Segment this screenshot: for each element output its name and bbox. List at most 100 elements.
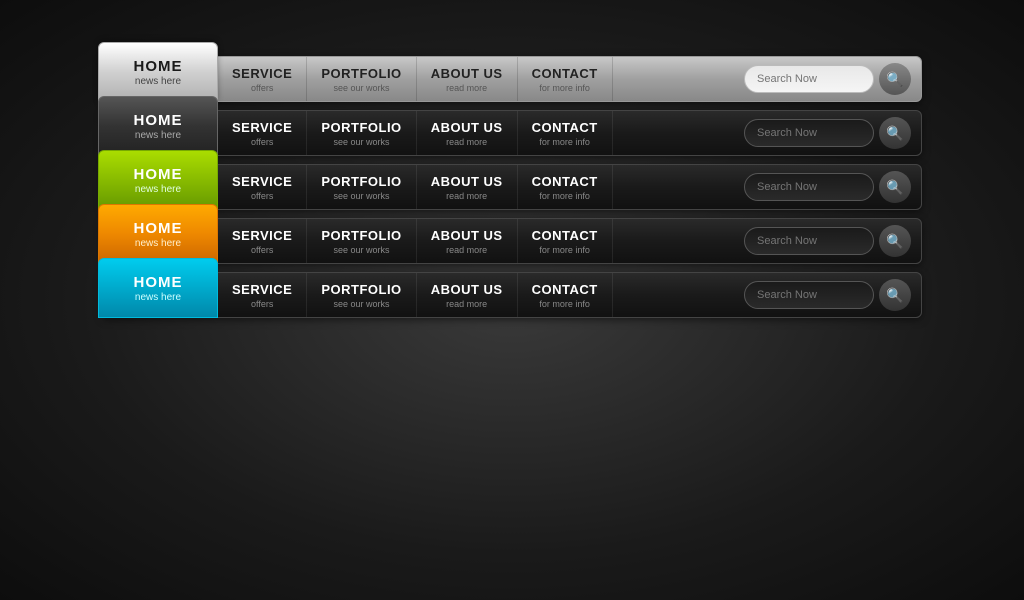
nav-item-sublabel: offers	[251, 137, 273, 147]
nav-item-portfolio[interactable]: PORTFOLIO see our works	[307, 111, 416, 155]
nav-item-label: CONTACT	[532, 66, 598, 81]
search-area: 🔍	[744, 225, 911, 257]
nav-item-portfolio[interactable]: PORTFOLIO see our works	[307, 57, 416, 101]
nav-items: SERVICE offers PORTFOLIO see our works A…	[218, 111, 744, 155]
home-tab-dark[interactable]: HOME news here	[98, 96, 218, 156]
search-area: 🔍	[744, 279, 911, 311]
nav-items: SERVICE offers PORTFOLIO see our works A…	[218, 219, 744, 263]
nav-item-sublabel: read more	[446, 245, 487, 255]
nav-item-sublabel: see our works	[334, 137, 390, 147]
home-sublabel: news here	[135, 76, 181, 87]
nav-item-service[interactable]: SERVICE offers	[218, 273, 307, 317]
search-input[interactable]	[744, 65, 874, 93]
navbar-silver: HOME news here SERVICE offers PORTFOLIO …	[102, 56, 922, 102]
home-tab-orange[interactable]: HOME news here	[98, 204, 218, 264]
home-label: HOME	[134, 220, 183, 237]
nav-item-about-us[interactable]: ABOUT US read more	[417, 219, 518, 263]
nav-item-service[interactable]: SERVICE offers	[218, 219, 307, 263]
search-button[interactable]: 🔍	[879, 279, 911, 311]
search-button[interactable]: 🔍	[879, 171, 911, 203]
nav-item-sublabel: offers	[251, 83, 273, 93]
navbar-cyan: HOME news here SERVICE offers PORTFOLIO …	[102, 272, 922, 318]
nav-item-label: PORTFOLIO	[321, 66, 401, 81]
nav-item-sublabel: offers	[251, 299, 273, 309]
nav-item-label: SERVICE	[232, 66, 292, 81]
nav-item-sublabel: read more	[446, 191, 487, 201]
nav-item-sublabel: read more	[446, 137, 487, 147]
nav-item-label: CONTACT	[532, 282, 598, 297]
nav-item-contact[interactable]: CONTACT for more info	[518, 219, 613, 263]
nav-item-about-us[interactable]: ABOUT US read more	[417, 165, 518, 209]
nav-item-sublabel: offers	[251, 245, 273, 255]
nav-item-sublabel: read more	[446, 299, 487, 309]
nav-item-contact[interactable]: CONTACT for more info	[518, 165, 613, 209]
home-tab-green[interactable]: HOME news here	[98, 150, 218, 210]
home-label: HOME	[134, 112, 183, 129]
navbar-dark: HOME news here SERVICE offers PORTFOLIO …	[102, 110, 922, 156]
search-area: 🔍	[744, 117, 911, 149]
nav-items: SERVICE offers PORTFOLIO see our works A…	[218, 273, 744, 317]
nav-item-sublabel: offers	[251, 191, 273, 201]
home-sublabel: news here	[135, 238, 181, 249]
search-button[interactable]: 🔍	[879, 117, 911, 149]
nav-item-label: PORTFOLIO	[321, 282, 401, 297]
nav-item-label: CONTACT	[532, 120, 598, 135]
home-sublabel: news here	[135, 292, 181, 303]
home-tab-cyan[interactable]: HOME news here	[98, 258, 218, 318]
home-label: HOME	[134, 58, 183, 75]
home-label: HOME	[134, 166, 183, 183]
nav-item-about-us[interactable]: ABOUT US read more	[417, 273, 518, 317]
search-button[interactable]: 🔍	[879, 225, 911, 257]
nav-item-label: PORTFOLIO	[321, 174, 401, 189]
nav-item-service[interactable]: SERVICE offers	[218, 111, 307, 155]
nav-items: SERVICE offers PORTFOLIO see our works A…	[218, 165, 744, 209]
search-area: 🔍	[744, 171, 911, 203]
nav-item-label: ABOUT US	[431, 174, 503, 189]
search-input[interactable]	[744, 119, 874, 147]
navbar-green: HOME news here SERVICE offers PORTFOLIO …	[102, 164, 922, 210]
nav-item-label: ABOUT US	[431, 282, 503, 297]
nav-item-label: SERVICE	[232, 120, 292, 135]
search-input[interactable]	[744, 173, 874, 201]
nav-item-label: CONTACT	[532, 174, 598, 189]
nav-item-sublabel: see our works	[334, 299, 390, 309]
nav-item-sublabel: for more info	[539, 245, 590, 255]
nav-item-contact[interactable]: CONTACT for more info	[518, 57, 613, 101]
navbar-orange: HOME news here SERVICE offers PORTFOLIO …	[102, 218, 922, 264]
home-tab-silver[interactable]: HOME news here	[98, 42, 218, 102]
nav-item-label: SERVICE	[232, 282, 292, 297]
home-sublabel: news here	[135, 184, 181, 195]
search-area: 🔍	[744, 63, 911, 95]
nav-item-label: PORTFOLIO	[321, 120, 401, 135]
nav-item-service[interactable]: SERVICE offers	[218, 165, 307, 209]
nav-item-sublabel: see our works	[334, 83, 390, 93]
navbars-container: HOME news here SERVICE offers PORTFOLIO …	[102, 56, 922, 318]
home-label: HOME	[134, 274, 183, 291]
nav-item-label: CONTACT	[532, 228, 598, 243]
search-input[interactable]	[744, 281, 874, 309]
nav-item-portfolio[interactable]: PORTFOLIO see our works	[307, 165, 416, 209]
nav-item-service[interactable]: SERVICE offers	[218, 57, 307, 101]
nav-item-sublabel: for more info	[539, 137, 590, 147]
nav-item-portfolio[interactable]: PORTFOLIO see our works	[307, 273, 416, 317]
nav-item-contact[interactable]: CONTACT for more info	[518, 273, 613, 317]
nav-item-contact[interactable]: CONTACT for more info	[518, 111, 613, 155]
nav-item-sublabel: for more info	[539, 299, 590, 309]
nav-item-sublabel: for more info	[539, 83, 590, 93]
nav-item-label: ABOUT US	[431, 120, 503, 135]
nav-item-label: ABOUT US	[431, 228, 503, 243]
nav-item-label: SERVICE	[232, 228, 292, 243]
nav-item-sublabel: see our works	[334, 191, 390, 201]
nav-item-sublabel: see our works	[334, 245, 390, 255]
nav-item-about-us[interactable]: ABOUT US read more	[417, 111, 518, 155]
search-button[interactable]: 🔍	[879, 63, 911, 95]
nav-items: SERVICE offers PORTFOLIO see our works A…	[218, 57, 744, 101]
nav-item-sublabel: read more	[446, 83, 487, 93]
nav-item-portfolio[interactable]: PORTFOLIO see our works	[307, 219, 416, 263]
nav-item-label: PORTFOLIO	[321, 228, 401, 243]
nav-item-label: ABOUT US	[431, 66, 503, 81]
home-sublabel: news here	[135, 130, 181, 141]
nav-item-about-us[interactable]: ABOUT US read more	[417, 57, 518, 101]
search-input[interactable]	[744, 227, 874, 255]
nav-item-label: SERVICE	[232, 174, 292, 189]
